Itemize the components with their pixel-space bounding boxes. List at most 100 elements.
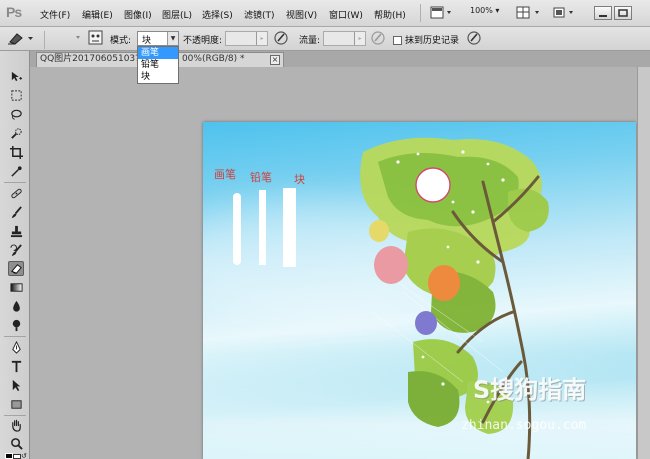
mode-label: 模式:	[110, 36, 132, 46]
screen-layout-icon	[430, 6, 451, 19]
path-select-tool[interactable]	[8, 378, 24, 393]
type-icon	[11, 360, 21, 373]
screen-mode-button[interactable]	[552, 6, 578, 20]
pen-icon	[11, 341, 21, 354]
document-tab-strip: QQ图片20170605103? 00%(RGB/8) * ×	[30, 51, 650, 67]
stamp-icon	[10, 225, 22, 238]
tool-preset-picker[interactable]	[6, 30, 38, 49]
pen-pressure-icon	[274, 31, 288, 45]
tool-divider	[4, 336, 26, 337]
gradient-icon	[9, 283, 23, 292]
spot-healing-tool[interactable]	[8, 186, 24, 201]
zoom-level-select[interactable]: 100% ▾	[470, 6, 499, 20]
menu-image[interactable]: 图像(I)	[124, 8, 152, 21]
rectangle-icon	[10, 400, 22, 409]
crop-icon	[9, 146, 23, 159]
move-tool[interactable]	[8, 69, 24, 84]
brush-tool[interactable]	[8, 205, 24, 220]
document-tab-title: QQ图片20170605103?	[40, 54, 140, 64]
dodge-icon	[12, 319, 20, 332]
options-bar: 模式: 块 ▼ 不透明度: ▸ 流量: ▸ 抹到历史记录	[0, 27, 650, 51]
watermark-url: zhinan.sogou.com	[461, 418, 587, 433]
menu-select[interactable]: 选择(S)	[202, 8, 233, 21]
history-brush-icon	[9, 244, 22, 257]
menu-layer[interactable]: 图层(L)	[162, 8, 192, 21]
foreground-color-swatch[interactable]	[5, 453, 13, 459]
chevron-down-icon: ▾	[495, 6, 500, 15]
chevron-right-icon[interactable]: ▸	[256, 32, 267, 45]
close-icon[interactable]: ×	[270, 55, 280, 65]
menu-window[interactable]: 窗口(W)	[329, 8, 363, 21]
airbrush-icon	[371, 31, 385, 45]
tablet-opacity-button[interactable]	[273, 30, 289, 49]
hand-tool[interactable]	[8, 418, 24, 433]
mode-option-brush[interactable]: 画笔	[138, 47, 178, 59]
eraser-icon	[10, 264, 22, 274]
brush-icon	[11, 206, 22, 219]
brush-panel-toggle[interactable]	[88, 30, 104, 49]
brush-size-picker[interactable]	[62, 31, 84, 48]
eyedropper-icon	[10, 166, 22, 177]
pen-tool[interactable]	[8, 340, 24, 355]
arrange-documents-button[interactable]	[516, 6, 544, 20]
brush-panel-icon	[88, 30, 103, 45]
restore-button[interactable]	[614, 6, 632, 20]
airbrush-button[interactable]	[370, 30, 386, 49]
lasso-tool[interactable]	[8, 107, 24, 122]
menu-bar: Ps 文件(F) 编辑(E) 图像(I) 图层(L) 选择(S) 滤镜(T) 视…	[0, 0, 650, 27]
swap-colors-icon[interactable]: ↺	[21, 452, 27, 459]
zoom-level: 100%	[470, 6, 493, 15]
photoshop-logo: Ps	[6, 4, 22, 20]
watermark-logo: S搜狗指南	[473, 376, 587, 404]
eraser-tool[interactable]	[8, 261, 24, 276]
flow-field[interactable]: ▸	[323, 31, 366, 46]
tablet-size-button[interactable]	[466, 30, 482, 49]
balloon-orange	[428, 265, 460, 301]
tool-divider	[4, 182, 26, 183]
marquee-icon	[10, 90, 22, 101]
menu-file[interactable]: 文件(F)	[40, 8, 70, 21]
opacity-label: 不透明度:	[183, 36, 223, 46]
dodge-tool[interactable]	[8, 318, 24, 333]
chevron-down-icon[interactable]: ▼	[167, 32, 178, 45]
opacity-field[interactable]: ▸	[225, 31, 268, 46]
eraser-preset-icon	[8, 33, 33, 45]
blur-tool[interactable]	[8, 299, 24, 314]
mode-select[interactable]: 块 ▼	[137, 31, 179, 46]
shape-tool[interactable]	[8, 397, 24, 412]
lasso-icon	[10, 109, 22, 120]
launch-bridge-button[interactable]	[430, 6, 454, 20]
gradient-tool[interactable]	[8, 280, 24, 295]
mode-dropdown-list: 画笔 铅笔 块	[137, 46, 179, 84]
menu-help[interactable]: 帮助(H)	[374, 8, 406, 21]
history-brush-tool[interactable]	[8, 243, 24, 258]
balloon-pink	[374, 246, 408, 284]
quick-select-icon	[10, 128, 22, 139]
document-canvas[interactable]: 画笔 铅笔 块 S搜狗指南 zhinan.sogou.com	[203, 122, 636, 459]
vertical-scrollbar[interactable]	[637, 67, 650, 459]
zoom-tool[interactable]	[8, 436, 24, 451]
type-tool[interactable]	[8, 359, 24, 374]
erase-history-label: 抹到历史记录	[405, 36, 460, 46]
menu-view[interactable]: 视图(V)	[286, 8, 317, 21]
menu-filter[interactable]: 滤镜(T)	[244, 8, 275, 21]
eyedropper-tool[interactable]	[8, 164, 24, 179]
mode-option-block[interactable]: 块	[138, 71, 178, 83]
minimize-button[interactable]	[594, 6, 612, 20]
clone-stamp-tool[interactable]	[8, 224, 24, 239]
tool-divider	[4, 415, 26, 416]
background-color-swatch[interactable]	[13, 454, 21, 459]
crop-tool[interactable]	[8, 145, 24, 160]
mode-option-pencil[interactable]: 铅笔	[138, 59, 178, 71]
menu-edit[interactable]: 编辑(E)	[82, 8, 113, 21]
erase-history-checkbox[interactable]	[393, 36, 402, 45]
chevron-right-icon[interactable]: ▸	[354, 32, 365, 45]
magnifier-icon	[10, 438, 23, 450]
flow-label: 流量:	[299, 36, 321, 46]
move-icon	[11, 71, 22, 82]
arrow-icon	[12, 379, 20, 392]
mode-select-value: 块	[142, 36, 152, 46]
brush-size-icon	[76, 36, 80, 39]
quick-select-tool[interactable]	[8, 126, 24, 141]
marquee-tool[interactable]	[8, 88, 24, 103]
